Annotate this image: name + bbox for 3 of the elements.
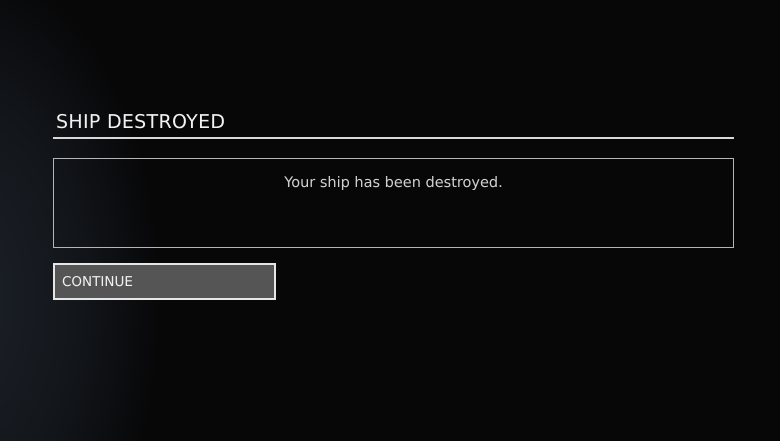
dialog-title: SHIP DESTROYED [55,110,226,134]
message-text: Your ship has been destroyed. [284,175,503,191]
continue-button[interactable]: CONTINUE [53,263,276,300]
